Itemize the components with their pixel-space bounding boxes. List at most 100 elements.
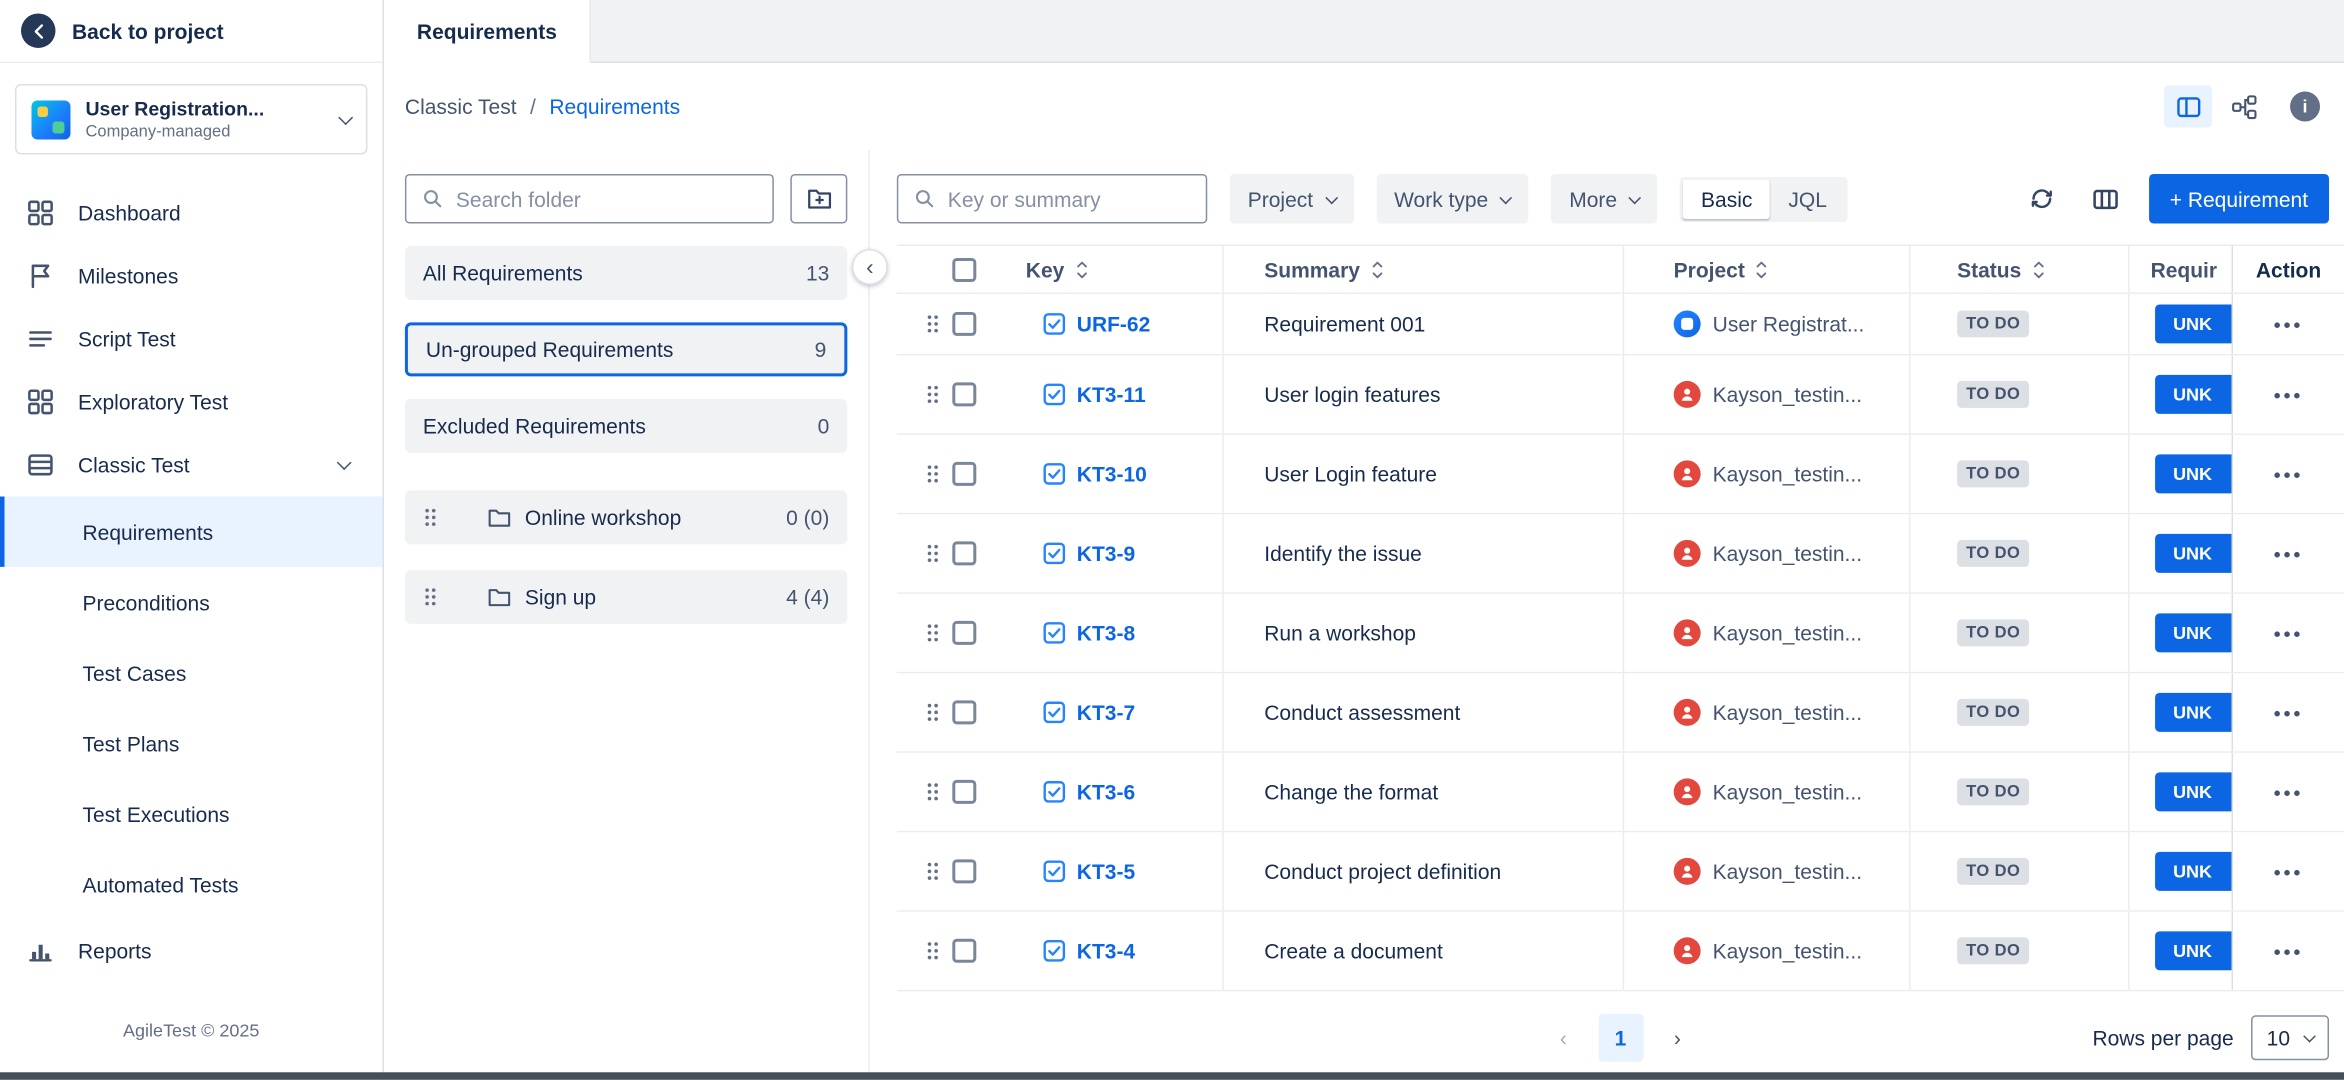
- folder-group-ungrouped-requirements[interactable]: Un-grouped Requirements 9: [405, 322, 847, 376]
- drag-handle-icon[interactable]: [925, 861, 940, 882]
- drag-handle-icon[interactable]: [925, 384, 940, 405]
- status-badge[interactable]: TO DO: [1957, 381, 2029, 408]
- columns-button[interactable]: [2086, 179, 2125, 218]
- more-filter-button[interactable]: More: [1551, 174, 1657, 223]
- coverage-button[interactable]: UNK: [2155, 534, 2231, 573]
- drag-handle-icon[interactable]: [925, 702, 940, 723]
- drag-handle-icon[interactable]: [925, 781, 940, 802]
- row-key-link[interactable]: KT3-4: [1077, 939, 1135, 963]
- row-checkbox[interactable]: [952, 621, 976, 645]
- coverage-button[interactable]: UNK: [2155, 772, 2231, 811]
- row-actions-button[interactable]: •••: [2274, 542, 2303, 564]
- sort-icon[interactable]: [1075, 259, 1088, 280]
- row-summary[interactable]: Create a document: [1264, 939, 1443, 963]
- tree-view-button[interactable]: [2220, 85, 2268, 127]
- row-summary[interactable]: User login features: [1264, 382, 1440, 406]
- tab-requirements[interactable]: Requirements: [384, 0, 591, 63]
- refresh-button[interactable]: [2023, 179, 2062, 218]
- basic-mode-button[interactable]: Basic: [1683, 179, 1770, 218]
- row-actions-button[interactable]: •••: [2274, 940, 2303, 962]
- sidebar-item-preconditions[interactable]: Preconditions: [0, 567, 382, 637]
- row-checkbox[interactable]: [952, 859, 976, 883]
- add-requirement-button[interactable]: + Requirement: [2149, 174, 2329, 223]
- add-folder-button[interactable]: [790, 174, 847, 223]
- drag-handle-icon[interactable]: [925, 940, 940, 961]
- row-key-link[interactable]: KT3-10: [1077, 462, 1147, 486]
- row-key-link[interactable]: KT3-8: [1077, 621, 1135, 645]
- sidebar-item-automated-tests[interactable]: Automated Tests: [0, 849, 382, 919]
- row-key-link[interactable]: KT3-7: [1077, 700, 1135, 724]
- row-checkbox[interactable]: [952, 382, 976, 406]
- sidebar-item-test-executions[interactable]: Test Executions: [0, 778, 382, 848]
- project-selector[interactable]: User Registration... Company-managed: [15, 84, 367, 154]
- panel-view-button[interactable]: [2164, 85, 2212, 127]
- sidebar-item-reports[interactable]: Reports: [0, 919, 382, 982]
- jql-mode-button[interactable]: JQL: [1770, 179, 1845, 218]
- row-checkbox[interactable]: [952, 462, 976, 486]
- status-badge[interactable]: TO DO: [1957, 540, 2029, 567]
- drag-handle-icon[interactable]: [423, 586, 438, 607]
- sidebar-item-exploratory-test[interactable]: Exploratory Test: [0, 370, 382, 433]
- row-summary[interactable]: Requirement 001: [1264, 312, 1425, 336]
- row-checkbox[interactable]: [952, 939, 976, 963]
- row-actions-button[interactable]: •••: [2274, 383, 2303, 405]
- breadcrumb-parent[interactable]: Classic Test: [405, 94, 517, 118]
- rows-per-page-select[interactable]: 10: [2252, 1015, 2329, 1060]
- drag-handle-icon[interactable]: [925, 543, 940, 564]
- coverage-button[interactable]: UNK: [2155, 693, 2231, 732]
- sort-icon[interactable]: [1755, 259, 1768, 280]
- sidebar-item-classic-test[interactable]: Classic Test: [0, 433, 382, 496]
- coverage-button[interactable]: UNK: [2155, 375, 2231, 414]
- folder-search-input[interactable]: [456, 187, 757, 211]
- issue-search-input[interactable]: [948, 187, 1191, 211]
- folder-item-sign-up[interactable]: Sign up 4 (4): [405, 570, 847, 624]
- row-summary[interactable]: Identify the issue: [1264, 541, 1422, 565]
- row-actions-button[interactable]: •••: [2274, 463, 2303, 485]
- row-actions-button[interactable]: •••: [2274, 701, 2303, 723]
- project-filter-button[interactable]: Project: [1230, 174, 1354, 223]
- row-actions-button[interactable]: •••: [2274, 860, 2303, 882]
- folder-item-online-workshop[interactable]: Online workshop 0 (0): [405, 490, 847, 544]
- coverage-button[interactable]: UNK: [2155, 454, 2231, 493]
- row-summary[interactable]: User Login feature: [1264, 462, 1437, 486]
- row-checkbox[interactable]: [952, 700, 976, 724]
- row-summary[interactable]: Conduct project definition: [1264, 859, 1501, 883]
- folder-group-excluded-requirements[interactable]: Excluded Requirements 0: [405, 399, 847, 453]
- sidebar-item-dashboard[interactable]: Dashboard: [0, 181, 382, 244]
- row-actions-button[interactable]: •••: [2274, 313, 2303, 335]
- row-key-link[interactable]: KT3-6: [1077, 780, 1135, 804]
- pagination-prev-button[interactable]: ‹: [1541, 1014, 1586, 1062]
- sidebar-item-test-cases[interactable]: Test Cases: [0, 637, 382, 707]
- pagination-next-button[interactable]: ›: [1655, 1014, 1700, 1062]
- row-checkbox[interactable]: [952, 312, 976, 336]
- work-type-filter-button[interactable]: Work type: [1376, 174, 1529, 223]
- sidebar-item-requirements[interactable]: Requirements: [0, 496, 382, 566]
- select-all-checkbox[interactable]: [952, 257, 976, 281]
- drag-handle-icon[interactable]: [925, 313, 940, 334]
- row-checkbox[interactable]: [952, 780, 976, 804]
- status-badge[interactable]: TO DO: [1957, 619, 2029, 646]
- drag-handle-icon[interactable]: [925, 622, 940, 643]
- row-key-link[interactable]: KT3-9: [1077, 541, 1135, 565]
- row-summary[interactable]: Change the format: [1264, 780, 1438, 804]
- sort-icon[interactable]: [2032, 259, 2045, 280]
- row-summary[interactable]: Conduct assessment: [1264, 700, 1460, 724]
- status-badge[interactable]: TO DO: [1957, 778, 2029, 805]
- back-to-project-button[interactable]: Back to project: [0, 0, 382, 63]
- status-badge[interactable]: TO DO: [1957, 310, 2029, 337]
- row-key-link[interactable]: URF-62: [1077, 312, 1151, 336]
- row-summary[interactable]: Run a workshop: [1264, 621, 1416, 645]
- status-badge[interactable]: TO DO: [1957, 937, 2029, 964]
- coverage-button[interactable]: UNK: [2155, 304, 2231, 343]
- drag-handle-icon[interactable]: [925, 463, 940, 484]
- status-badge[interactable]: TO DO: [1957, 460, 2029, 487]
- sidebar-item-milestones[interactable]: Milestones: [0, 244, 382, 307]
- row-checkbox[interactable]: [952, 541, 976, 565]
- pagination-page-1[interactable]: 1: [1598, 1014, 1643, 1062]
- info-icon[interactable]: i: [2290, 91, 2320, 121]
- status-badge[interactable]: TO DO: [1957, 699, 2029, 726]
- sidebar-item-script-test[interactable]: Script Test: [0, 307, 382, 370]
- collapse-folder-panel-button[interactable]: ‹: [852, 249, 888, 285]
- sort-icon[interactable]: [1370, 259, 1383, 280]
- breadcrumb-current[interactable]: Requirements: [549, 94, 680, 118]
